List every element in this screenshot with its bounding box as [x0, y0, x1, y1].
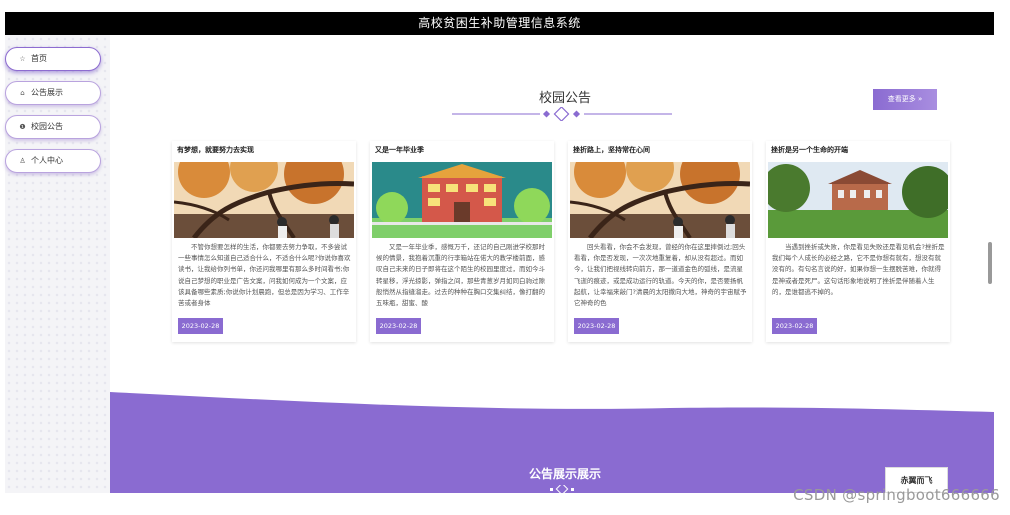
- card-summary: 不管你想要怎样的生活，你都要去努力争取，不多尝试一些事情怎么知道自己适合什么，不…: [178, 243, 351, 308]
- sidebar: ☆ 首页 ⌂ 公告展示 ❶ 校园公告 ♙ 个人中心: [5, 35, 110, 493]
- card-summary: 当遇到挫折或失败，你是看见失败还是看见机会?挫折是我们每个人成长的必经之路，它不…: [772, 243, 945, 296]
- watermark: CSDN @springboot666666: [793, 486, 1000, 504]
- sidebar-item-notice-display[interactable]: ⌂ 公告展示: [5, 81, 101, 105]
- card-date-badge: 2023-02-28: [178, 318, 223, 334]
- card-summary: 回头看看，你会不会发现，曾经的你在这里摔倒过;回头看看，你是否发现，一次次地重复…: [574, 243, 747, 308]
- footer-section-title: 公告展示展示: [528, 467, 601, 481]
- title-divider-icon: [452, 107, 672, 121]
- sidebar-item-campus-notice[interactable]: ❶ 校园公告: [5, 115, 101, 139]
- notice-card[interactable]: 又是一年毕业季 又是一年毕业季，感慨万千，还记的自己刚进学校那时候的情景，我抱着…: [370, 141, 554, 342]
- card-date-badge: 2023-02-28: [772, 318, 817, 334]
- notice-card[interactable]: 挫折路上，坚持常在心间 回头看看，你会不会发现，曾经的你在这里摔倒过;回头看看，…: [568, 141, 752, 342]
- card-date-badge: 2023-02-28: [574, 318, 619, 334]
- card-image-autumn-tree: [570, 162, 750, 238]
- info-icon: ❶: [19, 123, 26, 131]
- home-icon: ⌂: [20, 89, 25, 97]
- card-title: 挫折路上，坚持常在心间: [573, 146, 650, 154]
- card-summary: 又是一年毕业季，感慨万千，还记的自己刚进学校那时候的情景，我抱着沉重的行李箱站在…: [376, 243, 545, 308]
- card-image-school-building: [372, 162, 552, 238]
- card-title: 有梦想，就要努力去实现: [177, 146, 254, 154]
- card-title: 挫折是另一个生命的开端: [771, 146, 848, 154]
- card-title: 又是一年毕业季: [375, 146, 424, 154]
- card-date-badge: 2023-02-28: [376, 318, 421, 334]
- scrollbar-thumb[interactable]: [988, 242, 992, 284]
- star-icon: ☆: [19, 55, 26, 63]
- main-content: 校园公告 查看更多 » 有梦想，就要努力去实现 不管你想要怎样的生活，你都要去努…: [110, 35, 994, 493]
- person-icon: ♙: [19, 157, 26, 165]
- notice-card[interactable]: 有梦想，就要努力去实现 不管你想要怎样的生活，你都要去努力争取，不多尝试一些事情…: [172, 141, 356, 342]
- sidebar-item-home[interactable]: ☆ 首页: [5, 47, 101, 71]
- app-title-bar: 高校贫困生补助管理信息系统: [5, 12, 994, 35]
- footer-divider-icon: [550, 485, 574, 493]
- app-window: 高校贫困生补助管理信息系统 ☆ 首页 ⌂ 公告展示 ❶ 校园公告 ♙ 个人中心 校园公告…: [0, 0, 1010, 515]
- view-more-button[interactable]: 查看更多 »: [873, 89, 937, 110]
- app-title: 高校贫困生补助管理信息系统: [418, 16, 581, 30]
- section-title: 校园公告: [538, 91, 591, 106]
- sidebar-item-personal-center[interactable]: ♙ 个人中心: [5, 149, 101, 173]
- card-image-campus-lawn: [768, 162, 948, 238]
- card-image-autumn-tree: [174, 162, 354, 238]
- notice-card[interactable]: 挫折是另一个生命的开端 当遇到挫折或失败，你是看见失败还是看见机会?挫折是我们每…: [766, 141, 950, 342]
